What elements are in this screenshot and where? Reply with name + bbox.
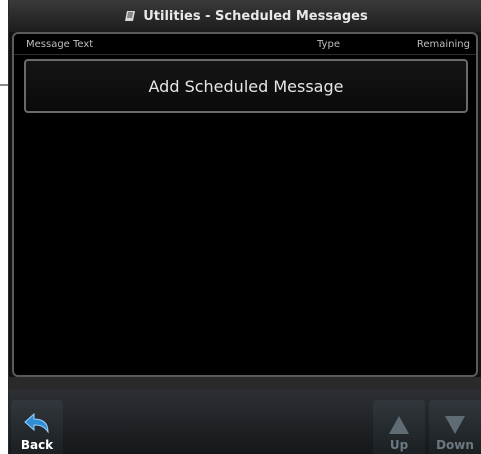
down-label: Down (436, 438, 474, 452)
down-arrow-icon (443, 414, 467, 438)
utilities-icon (123, 9, 137, 23)
back-arrow-icon (22, 412, 52, 438)
column-headers: Message Text Type Remaining (14, 34, 476, 55)
add-scheduled-message-button[interactable]: Add Scheduled Message (24, 59, 468, 113)
bottom-toolbar: Back Up Down (9, 390, 481, 454)
page-title: Utilities - Scheduled Messages (143, 8, 368, 24)
back-label: Back (20, 438, 54, 452)
up-button[interactable]: Up (373, 400, 425, 454)
title-bar: Utilities - Scheduled Messages (9, 0, 481, 32)
column-header-remaining: Remaining (416, 38, 470, 50)
column-header-message-text: Message Text (26, 38, 94, 50)
back-button[interactable]: Back (11, 400, 63, 454)
device-display: Utilities - Scheduled Messages Message T… (8, 0, 481, 454)
up-arrow-icon (387, 414, 411, 438)
message-list-panel: Message Text Type Remaining Add Schedule… (12, 32, 478, 377)
up-label: Up (389, 438, 409, 452)
add-scheduled-message-label: Add Scheduled Message (148, 76, 344, 96)
column-header-type: Type (317, 38, 340, 50)
bottom-strip (9, 377, 481, 390)
down-button[interactable]: Down (429, 400, 481, 454)
